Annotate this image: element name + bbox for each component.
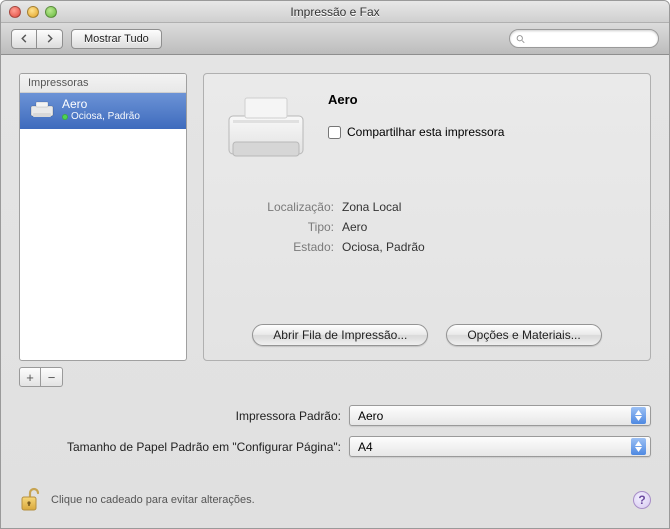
- show-all-button[interactable]: Mostrar Tudo: [71, 29, 162, 49]
- share-printer-row[interactable]: Compartilhar esta impressora: [328, 125, 632, 139]
- content-area: Impressoras Aero Ociosa, Padrão: [1, 55, 669, 528]
- meta-location-key: Localização:: [234, 200, 334, 214]
- preferences-window: Impressão e Fax Mostrar Tudo Impressoras: [0, 0, 670, 529]
- close-icon[interactable]: [9, 6, 21, 18]
- meta-state-key: Estado:: [234, 240, 334, 254]
- paper-size-value: A4: [358, 440, 373, 454]
- unlocked-padlock-icon: [20, 487, 42, 513]
- printers-list: Impressoras Aero Ociosa, Padrão: [19, 73, 187, 361]
- default-printer-value: Aero: [358, 409, 383, 423]
- back-button[interactable]: [11, 29, 37, 49]
- chevron-left-icon: [20, 34, 29, 43]
- forward-button[interactable]: [37, 29, 63, 49]
- printer-row-name: Aero: [62, 97, 140, 111]
- footer: Clique no cadeado para evitar alterações…: [19, 486, 651, 514]
- minimize-icon[interactable]: [27, 6, 39, 18]
- printer-name-heading: Aero: [328, 92, 632, 107]
- add-remove-segment: + −: [19, 367, 187, 387]
- search-icon: [516, 34, 525, 44]
- lock-button[interactable]: [19, 486, 43, 514]
- paper-size-popup[interactable]: A4: [349, 436, 651, 457]
- status-dot-icon: [62, 114, 68, 120]
- search-input[interactable]: [529, 33, 652, 45]
- lock-hint-text: Clique no cadeado para evitar alterações…: [51, 494, 255, 506]
- nav-segment: [11, 29, 63, 49]
- printer-row-status: Ociosa, Padrão: [62, 111, 140, 123]
- remove-printer-button[interactable]: −: [41, 367, 63, 387]
- toolbar: Mostrar Tudo: [1, 23, 669, 55]
- meta-state-value: Ociosa, Padrão: [342, 240, 425, 254]
- printer-illustration: [222, 88, 310, 168]
- titlebar: Impressão e Fax: [1, 1, 669, 23]
- share-printer-label: Compartilhar esta impressora: [347, 125, 504, 139]
- default-printer-popup[interactable]: Aero: [349, 405, 651, 426]
- defaults-section: Impressora Padrão: Aero Tamanho de Papel…: [19, 405, 651, 457]
- popup-arrows-icon: [631, 407, 646, 424]
- printer-meta: Localização: Zona Local Tipo: Aero Estad…: [234, 200, 632, 254]
- options-supplies-button[interactable]: Opções e Materiais...: [446, 324, 601, 346]
- printer-row-text: Aero Ociosa, Padrão: [62, 97, 140, 123]
- share-printer-checkbox[interactable]: [328, 126, 341, 139]
- details-panel: Aero Compartilhar esta impressora Locali…: [203, 73, 651, 361]
- add-printer-button[interactable]: +: [19, 367, 41, 387]
- zoom-icon[interactable]: [45, 6, 57, 18]
- sidebar-header: Impressoras: [20, 74, 186, 93]
- default-printer-label: Impressora Padrão:: [19, 409, 349, 423]
- popup-arrows-icon: [631, 438, 646, 455]
- meta-type-value: Aero: [342, 220, 367, 234]
- sidebar-column: Impressoras Aero Ociosa, Padrão: [19, 73, 187, 387]
- printer-icon: [28, 99, 56, 121]
- search-field[interactable]: [509, 29, 659, 48]
- open-print-queue-button[interactable]: Abrir Fila de Impressão...: [252, 324, 428, 346]
- printer-row-status-text: Ociosa, Padrão: [71, 111, 140, 123]
- help-button[interactable]: ?: [633, 491, 651, 509]
- printer-row-aero[interactable]: Aero Ociosa, Padrão: [20, 93, 186, 129]
- paper-size-label: Tamanho de Papel Padrão em "Configurar P…: [19, 440, 349, 454]
- window-title: Impressão e Fax: [1, 5, 669, 19]
- traffic-lights: [9, 6, 57, 18]
- chevron-right-icon: [45, 34, 54, 43]
- meta-location-value: Zona Local: [342, 200, 401, 214]
- meta-type-key: Tipo:: [234, 220, 334, 234]
